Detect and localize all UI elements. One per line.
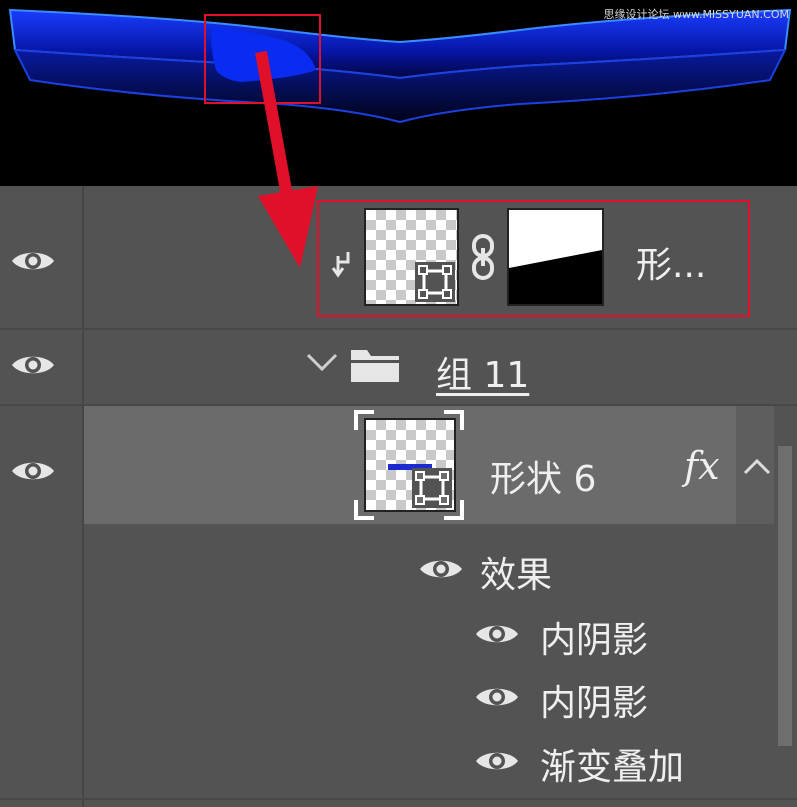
visibility-eye-icon[interactable] — [10, 456, 56, 486]
blue-shape-artwork — [0, 0, 797, 124]
effects-header[interactable]: 效果 — [480, 546, 552, 598]
effect-item[interactable]: 内阴影 — [540, 674, 648, 726]
visibility-eye-icon[interactable] — [474, 619, 520, 649]
annotation-box-canvas — [204, 14, 321, 104]
visibility-eye-icon[interactable] — [10, 350, 56, 380]
row-divider — [0, 798, 797, 800]
folder-icon — [349, 346, 401, 384]
group-name[interactable]: 组 11 — [436, 346, 529, 398]
effect-item[interactable]: 内阴影 — [540, 611, 648, 663]
clipping-arrow-icon — [330, 248, 354, 278]
visibility-eye-icon[interactable] — [474, 682, 520, 712]
visibility-eye-icon[interactable] — [10, 246, 56, 276]
layers-panel: 形... 组 11 形状 6 fx 效果 内阴影 内阴影 渐变叠加 — [0, 186, 797, 807]
fx-badge[interactable]: fx — [684, 444, 720, 488]
effect-item[interactable]: 渐变叠加 — [540, 738, 684, 790]
canvas-preview: 思缘设计论坛 www.MISSYUAN.COM — [0, 0, 797, 186]
layer-thumbnail[interactable] — [364, 418, 456, 512]
vector-shape-icon — [412, 468, 452, 508]
mask-link-icon[interactable] — [468, 232, 498, 282]
scrollbar[interactable] — [778, 446, 792, 746]
layer-name[interactable]: 形状 6 — [490, 450, 596, 502]
watermark: 思缘设计论坛 www.MISSYUAN.COM — [603, 8, 789, 21]
visibility-eye-icon[interactable] — [474, 746, 520, 776]
layer-thumbnail[interactable] — [364, 208, 459, 306]
vector-shape-icon — [415, 262, 455, 302]
visibility-eye-icon[interactable] — [418, 554, 464, 584]
row-divider — [0, 328, 797, 330]
layer-name[interactable]: 形... — [636, 236, 706, 288]
chevron-down-icon[interactable] — [305, 352, 339, 372]
layer-mask-thumbnail[interactable] — [507, 208, 604, 306]
chevron-up-icon[interactable] — [742, 456, 772, 476]
